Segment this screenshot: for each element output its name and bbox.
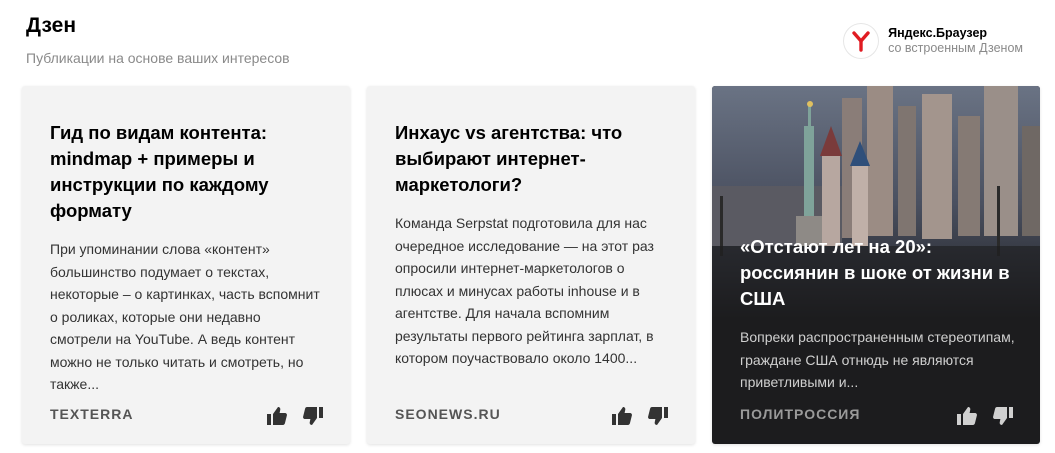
- card-source[interactable]: ПОЛИТРОССИЯ: [740, 406, 860, 422]
- feed-card[interactable]: «Отстают лет на 20»: россиянин в шоке от…: [712, 86, 1040, 444]
- yandex-browser-logo-icon: [844, 24, 879, 58]
- feed-card[interactable]: Инхаус vs агентства: что выбирают интерн…: [367, 86, 695, 444]
- thumbs-up-icon[interactable]: [956, 406, 978, 426]
- card-source[interactable]: TEXTERRA: [50, 406, 133, 422]
- thumbs-up-icon[interactable]: [266, 406, 288, 426]
- card-title[interactable]: Инхаус vs агентства: что выбирают интерн…: [395, 120, 671, 198]
- promo-desc: со встроенным Дзеном: [888, 41, 1023, 55]
- card-text: Команда Serpstat подготовила для нас оче…: [395, 215, 654, 366]
- card-text: Вопреки распространенным стереотипам, гр…: [740, 329, 1015, 390]
- card-title[interactable]: «Отстают лет на 20»: россиянин в шоке от…: [740, 234, 1016, 312]
- promo-text: Яндекс.Браузер со встроенным Дзеном: [888, 26, 1023, 56]
- feed-card[interactable]: Гид по видам контента: mindmap + примеры…: [22, 86, 350, 444]
- thumbs-up-icon[interactable]: [611, 406, 633, 426]
- card-title[interactable]: Гид по видам контента: mindmap + примеры…: [50, 120, 326, 224]
- header-title: Дзен: [26, 14, 77, 37]
- thumbs-down-icon[interactable]: [302, 406, 324, 426]
- thumbs-down-icon[interactable]: [992, 406, 1014, 426]
- card-text: При упоминании слова «контент» большинст…: [50, 241, 320, 392]
- promo-name: Яндекс.Браузер: [888, 26, 988, 40]
- header-subtitle: Публикации на основе ваших интересов: [26, 50, 290, 66]
- browser-promo[interactable]: Яндекс.Браузер со встроенным Дзеном: [844, 24, 1023, 58]
- thumbs-down-icon[interactable]: [647, 406, 669, 426]
- card-source[interactable]: SEONEWS.RU: [395, 406, 501, 422]
